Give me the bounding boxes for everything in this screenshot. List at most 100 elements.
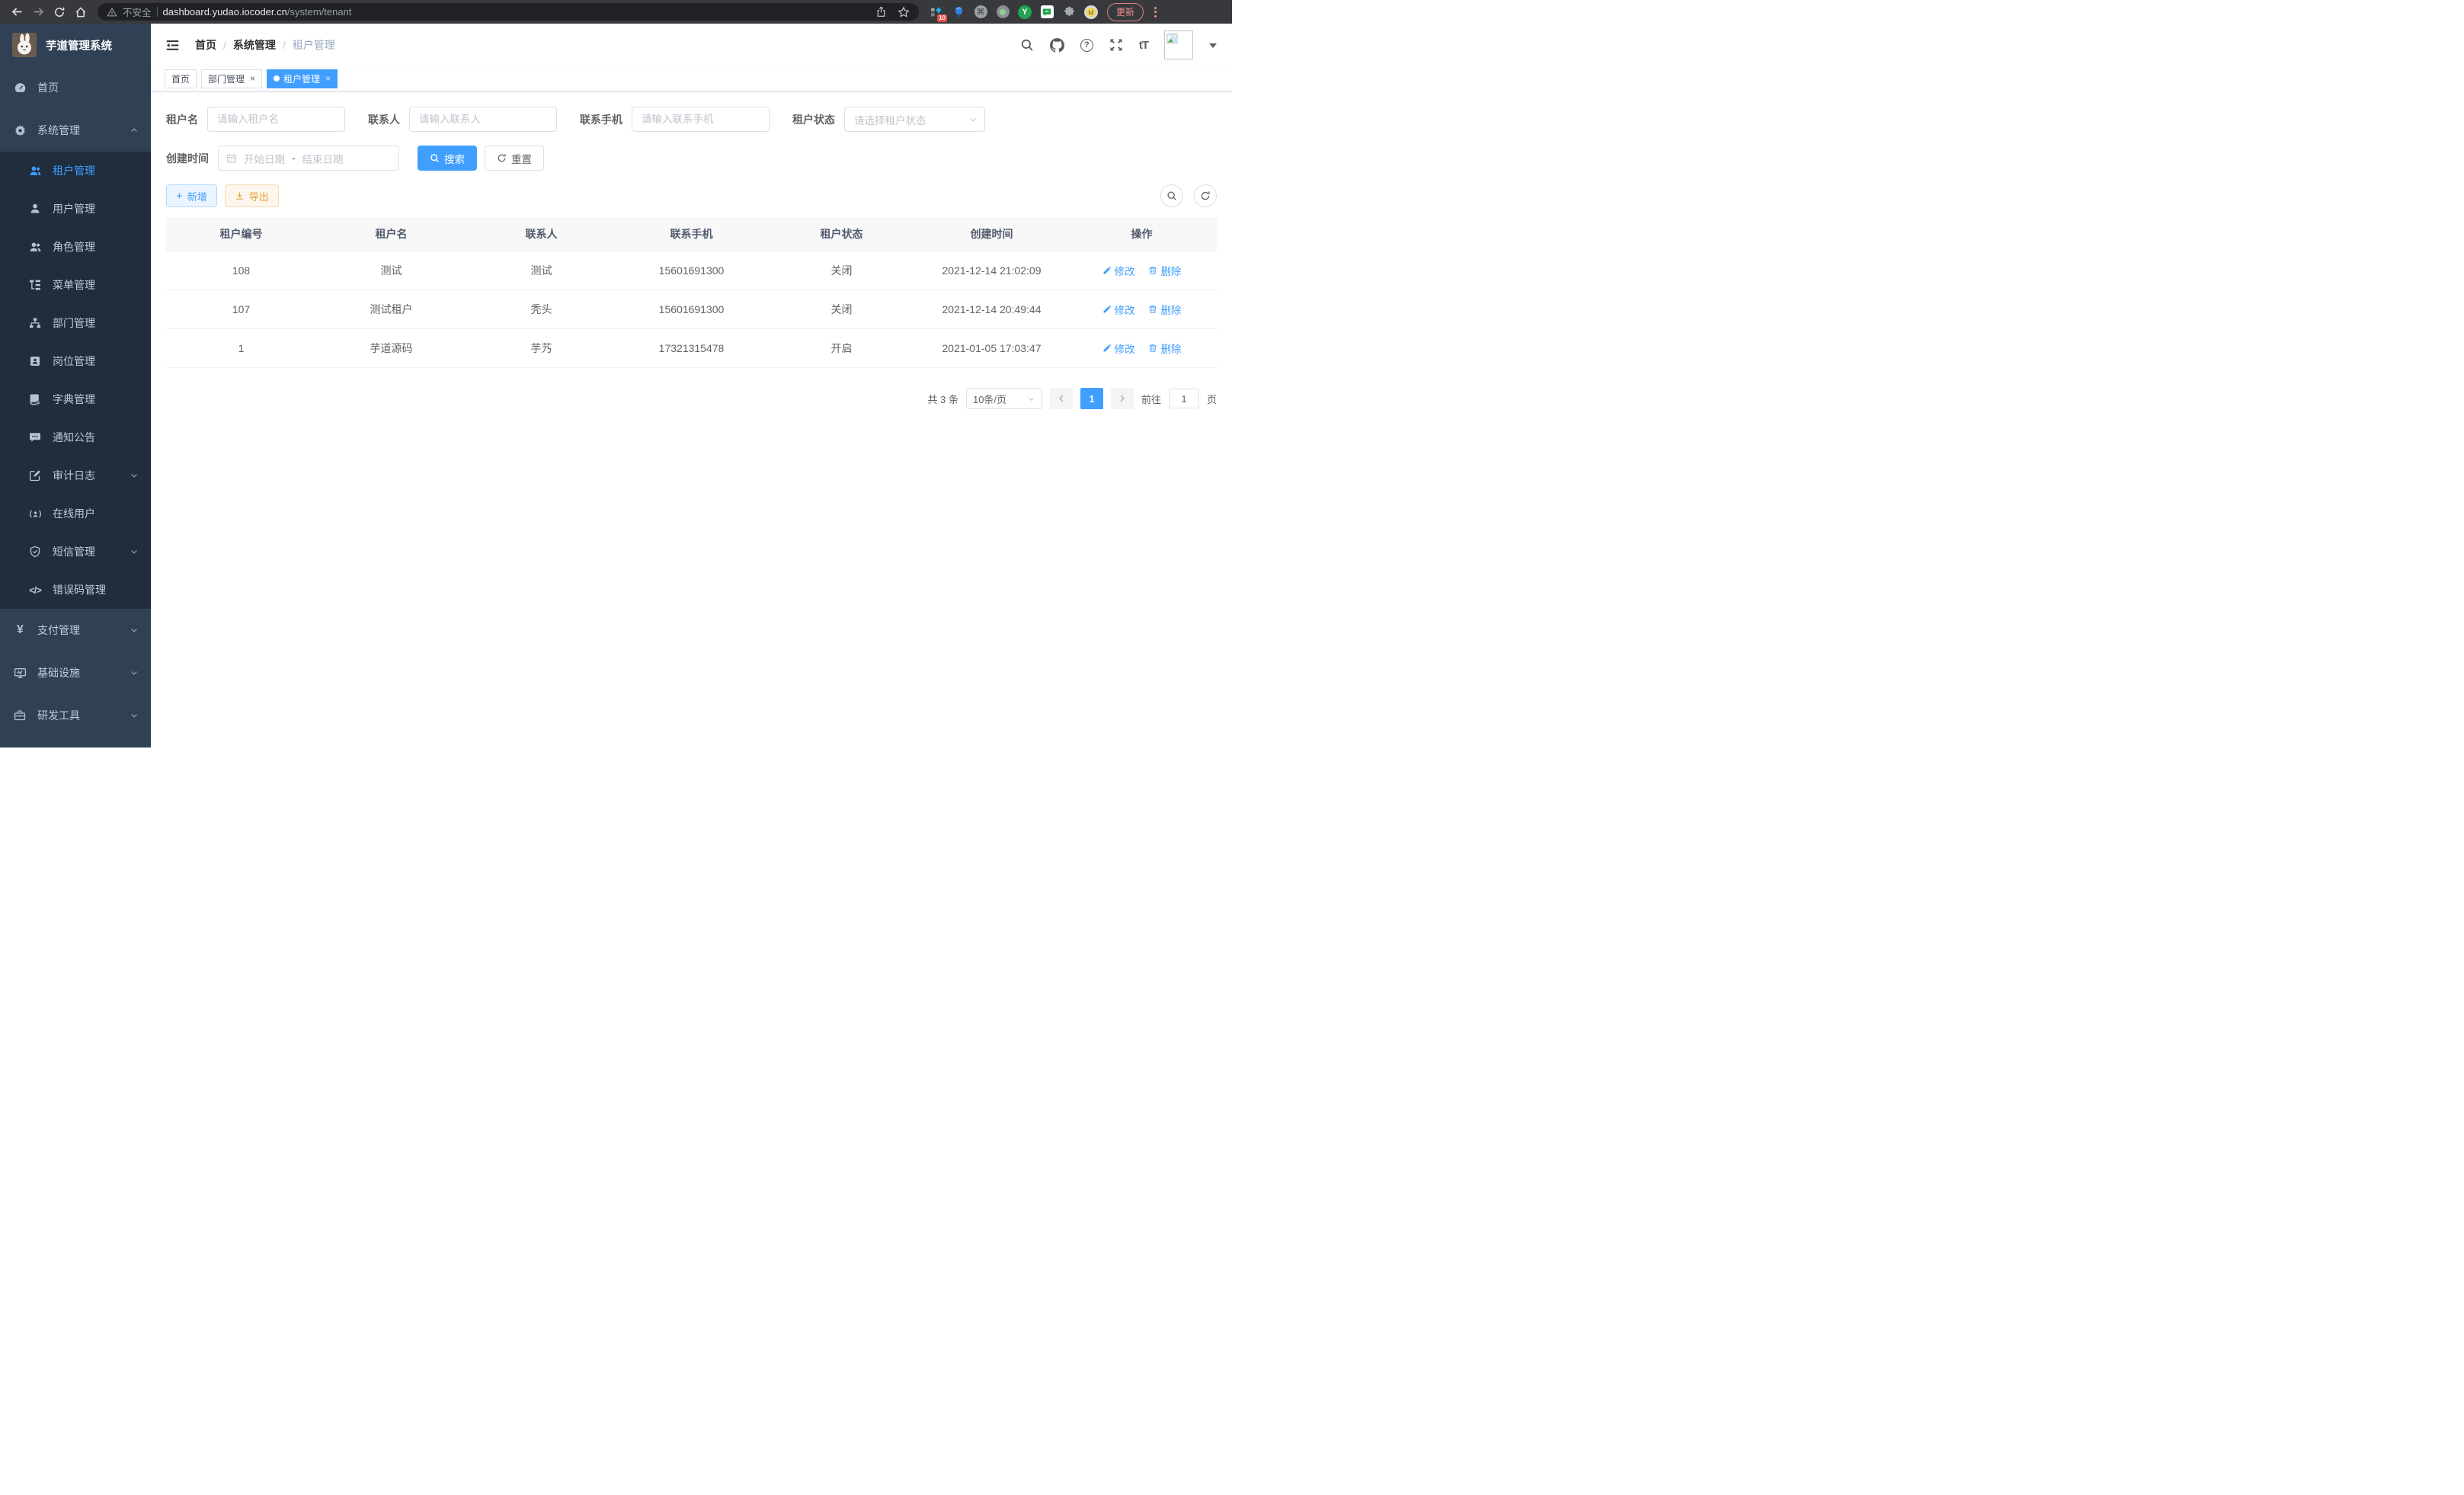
profile-avatar-icon[interactable] [1084,5,1098,19]
avatar-caret-icon[interactable] [1209,43,1217,52]
delete-link[interactable]: 删除 [1148,302,1181,317]
sidebar-item-dict[interactable]: 字典管理 [0,380,151,418]
cell-created: 2021-01-05 17:03:47 [917,329,1067,368]
close-icon[interactable]: × [325,73,331,84]
yen-icon: ¥ [13,623,27,637]
cell-contact: 芋艿 [466,329,616,368]
fullscreen-icon[interactable] [1109,38,1123,52]
extensions-puzzle-icon[interactable] [1062,5,1076,19]
search-button[interactable]: 搜索 [418,146,477,171]
badge-icon [28,355,42,367]
sidebar-item-payment[interactable]: ¥ 支付管理 [0,609,151,651]
avatar[interactable] [1164,30,1193,59]
close-icon[interactable]: × [250,73,255,84]
sidebar-item-dev-tools[interactable]: 研发工具 [0,694,151,737]
calendar-icon [226,153,237,164]
chevron-down-icon [968,115,978,124]
trash-icon [1148,344,1157,353]
browser-update-button[interactable]: 更新 [1107,3,1144,21]
page-size-select[interactable]: 10条/页 [966,388,1042,409]
sidebar-item-sms[interactable]: 短信管理 [0,533,151,571]
help-icon[interactable]: ? [1080,39,1093,52]
sidebar-item-role[interactable]: 角色管理 [0,228,151,266]
security-label[interactable]: 不安全 [123,5,152,19]
extension-translate-icon[interactable] [1040,5,1054,19]
delete-link[interactable]: 删除 [1148,341,1181,356]
sidebar-item-error-code[interactable]: </> 错误码管理 [0,571,151,609]
extension-balloon-icon[interactable] [952,5,965,19]
sidebar-item-dept[interactable]: 部门管理 [0,304,151,342]
extension-grid-icon[interactable]: 10 [930,5,943,19]
sidebar-item-notice[interactable]: 通知公告 [0,418,151,456]
prev-page-button[interactable] [1050,388,1073,409]
chevron-down-icon [130,711,139,720]
sidebar: 芋道管理系统 首页 系统管理 租户管理 用户管理 [0,24,151,748]
sidebar-item-online-user[interactable]: 在线用户 [0,495,151,533]
url-text: dashboard.yudao.iocoder.cn/system/tenant [163,6,352,18]
sidebar-item-post[interactable]: 岗位管理 [0,342,151,380]
sidebar-item-audit-log[interactable]: 审计日志 [0,456,151,495]
address-bar[interactable]: 不安全 dashboard.yudao.iocoder.cn/system/te… [98,3,919,21]
contact-input[interactable] [409,107,557,132]
breadcrumb-home[interactable]: 首页 [195,37,216,53]
next-page-button[interactable] [1111,388,1134,409]
mobile-input[interactable] [632,107,770,132]
page-number-button[interactable]: 1 [1080,388,1103,409]
cell-status: 开启 [766,329,917,368]
chevron-up-icon [130,126,139,135]
cell-contact: 秃头 [466,290,616,329]
navbar-actions: ? tT [1020,30,1217,59]
sidebar-item-label: 首页 [37,80,59,95]
sidebar-item-infra[interactable]: 基础设施 [0,651,151,694]
tenant-name-input[interactable] [207,107,345,132]
browser-reload-icon[interactable] [49,2,70,22]
font-size-icon[interactable]: tT [1139,39,1148,52]
tab-home[interactable]: 首页 [165,69,197,88]
trash-icon [1148,266,1157,275]
tab-dept[interactable]: 部门管理× [201,69,262,88]
breadcrumb-system[interactable]: 系统管理 [233,37,276,53]
tags-view: 首页 部门管理× 租户管理× [151,66,1232,91]
create-time-range-picker[interactable]: 开始日期 - 结束日期 [218,146,399,171]
cell-status: 关闭 [766,290,917,329]
active-dot [274,75,280,82]
sidebar-item-tenant[interactable]: 租户管理 [0,152,151,190]
sidebar-collapse-icon[interactable] [162,35,183,56]
reset-button[interactable]: 重置 [485,146,544,171]
browser-home-icon[interactable] [70,2,91,22]
browser-back-icon[interactable] [6,2,27,22]
sidebar-item-menu[interactable]: 菜单管理 [0,266,151,304]
breadcrumb-separator: / [223,39,226,51]
browser-forward-icon[interactable] [27,2,49,22]
browser-menu-icon[interactable] [1150,4,1161,21]
extension-y-icon[interactable]: Y [1018,5,1032,19]
sidebar-item-system[interactable]: 系统管理 [0,109,151,152]
github-icon[interactable] [1050,38,1064,53]
sidebar-item-home[interactable]: 首页 [0,66,151,109]
table-header-row: 租户编号 租户名 联系人 联系手机 租户状态 创建时间 操作 [166,217,1217,251]
tab-tenant[interactable]: 租户管理× [267,69,338,88]
people-icon [28,241,42,254]
refresh-button[interactable] [1194,184,1217,207]
edit-link[interactable]: 修改 [1102,263,1135,278]
cell-id: 108 [166,251,316,290]
show-search-button[interactable] [1160,184,1183,207]
goto-page-input[interactable] [1169,389,1199,408]
add-button[interactable]: + 新增 [166,184,217,207]
sidebar-logo[interactable]: 芋道管理系统 [0,24,151,66]
share-icon[interactable] [875,6,887,18]
cell-name: 测试 [316,251,466,290]
edit-link[interactable]: 修改 [1102,341,1135,356]
sidebar-item-label: 错误码管理 [53,582,106,597]
header-search-icon[interactable] [1020,38,1034,52]
export-button[interactable]: 导出 [225,184,279,207]
sidebar-item-user[interactable]: 用户管理 [0,190,151,228]
delete-link[interactable]: 删除 [1148,263,1181,278]
tree-icon [28,279,42,291]
pencil-icon [1102,305,1112,314]
status-select[interactable]: 请选择租户状态 [844,107,985,132]
bookmark-star-icon[interactable] [898,6,910,18]
extension-command-icon[interactable]: ⌘ [974,5,987,19]
extension-record-icon[interactable] [996,5,1010,19]
edit-link[interactable]: 修改 [1102,302,1135,317]
